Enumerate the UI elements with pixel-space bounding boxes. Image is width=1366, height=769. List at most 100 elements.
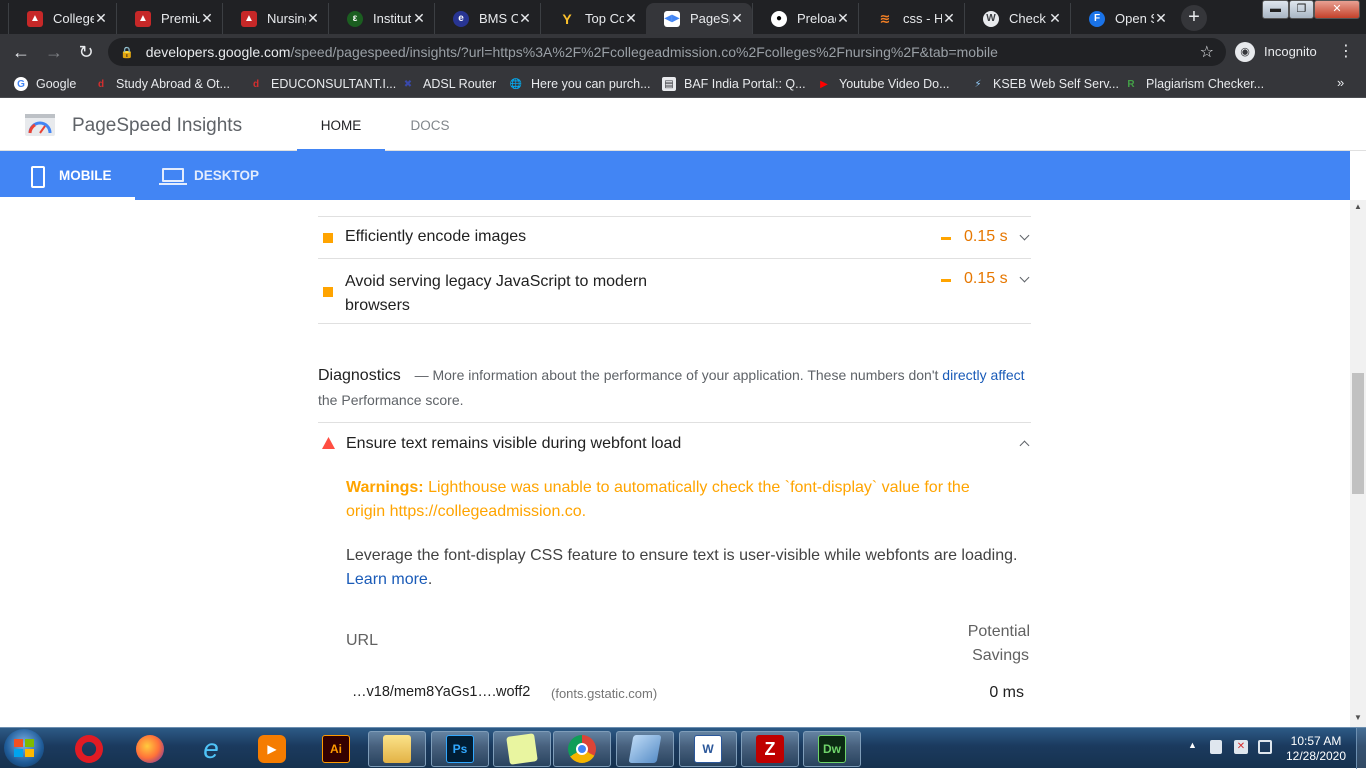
bookmark-item[interactable]: ✖ ADSL Router xyxy=(401,75,496,93)
browser-tab[interactable]: W Check t ✕ xyxy=(964,3,1070,34)
clock-time: 10:57 AM xyxy=(1290,734,1342,748)
chevron-down-icon[interactable] xyxy=(1019,272,1030,283)
tray-device-icon[interactable] xyxy=(1210,740,1222,754)
show-desktop-button[interactable] xyxy=(1356,728,1366,769)
bookmark-item[interactable]: 🌐 Here you can purch... xyxy=(509,75,651,93)
taskbar-chrome[interactable] xyxy=(553,731,611,767)
taskbar-dreamweaver[interactable]: Dw xyxy=(803,731,861,767)
opportunity-row[interactable]: Avoid serving legacy JavaScript to moder… xyxy=(318,259,1031,324)
close-icon[interactable]: ✕ xyxy=(200,10,214,27)
maximize-button[interactable]: ❐ xyxy=(1289,0,1314,19)
tab-mobile[interactable]: MOBILE xyxy=(0,151,135,200)
new-tab-button[interactable]: + xyxy=(1181,5,1207,31)
tab-desktop[interactable]: DESKTOP xyxy=(135,151,270,200)
chrome-center xyxy=(576,743,588,755)
chevron-up-icon[interactable] xyxy=(1019,440,1030,451)
browser-tab[interactable]: e BMS Co ✕ xyxy=(434,3,540,34)
educonsultant-icon: d xyxy=(252,78,260,90)
more-bookmarks-icon[interactable]: » xyxy=(1337,75,1344,90)
taskbar-photoshop[interactable]: Ps xyxy=(431,731,489,767)
browser-tab[interactable]: ▲ Premiur ✕ xyxy=(116,3,222,34)
bookmark-item[interactable]: G Google xyxy=(14,75,76,93)
tab-title: Preload xyxy=(797,11,836,26)
bookmark-label: KSEB Web Self Serv... xyxy=(993,77,1119,91)
bookmark-item[interactable]: R Plagiarism Checker... xyxy=(1124,75,1264,93)
clock[interactable]: 10:57 AM 12/28/2020 xyxy=(1280,734,1352,764)
browser-tab-active[interactable]: ◀▶ PageSp ✕ xyxy=(646,3,752,34)
close-icon[interactable]: ✕ xyxy=(1154,10,1168,27)
close-icon[interactable]: ✕ xyxy=(1048,10,1062,27)
minimize-button[interactable]: ▬ xyxy=(1262,0,1289,19)
taskbar-sticky-notes[interactable] xyxy=(493,731,551,767)
browser-tab[interactable]: ▲ Nursing ✕ xyxy=(222,3,328,34)
pagespeed-logo-icon[interactable] xyxy=(25,114,55,136)
start-button[interactable] xyxy=(4,729,44,767)
letter-f-icon: F xyxy=(1089,10,1105,27)
taskbar-opera[interactable] xyxy=(60,731,118,767)
address-bar[interactable]: 🔒 developers.google.com /speed/pagespeed… xyxy=(108,38,1226,66)
opportunity-row[interactable]: Efficiently encode images 0.15 s xyxy=(318,217,1031,259)
notepad-icon xyxy=(628,735,662,763)
taskbar-illustrator[interactable]: Ai xyxy=(307,731,365,767)
close-icon[interactable]: ✕ xyxy=(412,10,426,27)
browser-toolbar: ← → ↻ 🔒 developers.google.com /speed/pag… xyxy=(0,34,1366,70)
taskbar-media-player[interactable]: ▶ xyxy=(243,731,301,767)
tray-action-center-icon[interactable]: ✕ xyxy=(1234,740,1248,754)
browser-tab[interactable]: ε Instituti ✕ xyxy=(328,3,434,34)
browser-tab[interactable]: ≋ css - Ho ✕ xyxy=(858,3,964,34)
scrollbar-thumb[interactable] xyxy=(1352,373,1364,494)
internet-explorer-icon: e xyxy=(203,733,219,764)
close-icon[interactable]: ✕ xyxy=(518,10,532,27)
bookmark-star-icon[interactable]: ☆ xyxy=(1200,42,1214,62)
diagnostics-link[interactable]: affect xyxy=(991,367,1025,383)
close-icon[interactable]: ✕ xyxy=(306,10,320,27)
menu-dots-icon[interactable]: ⋮ xyxy=(1338,41,1354,61)
taskbar-explorer[interactable] xyxy=(368,731,426,767)
browser-tab[interactable]: ▲ College ✕ xyxy=(8,3,116,34)
close-icon[interactable]: ✕ xyxy=(942,10,956,27)
table-row[interactable]: …v18/mem8YaGs1….woff2 (fonts.gstatic.com… xyxy=(336,675,1030,715)
bookmark-item[interactable]: ⚡ KSEB Web Self Serv... xyxy=(971,75,1119,93)
bookmark-item[interactable]: d Study Abroad & Ot... xyxy=(94,75,230,93)
browser-tab[interactable]: F Open S ✕ xyxy=(1070,3,1176,34)
browser-tab[interactable]: Y Top Col ✕ xyxy=(540,3,646,34)
close-window-button[interactable]: ✕ xyxy=(1314,0,1360,19)
taskbar-notepad[interactable] xyxy=(616,731,674,767)
taskbar-ie[interactable]: e xyxy=(182,731,240,767)
taskbar-filezilla[interactable]: Z xyxy=(741,731,799,767)
tray-network-icon[interactable] xyxy=(1258,740,1272,754)
nav-home[interactable]: HOME xyxy=(297,98,385,151)
opportunity-row-clipped[interactable] xyxy=(318,200,1031,217)
audit-header[interactable]: Ensure text remains visible during webfo… xyxy=(318,423,1031,465)
brand-title[interactable]: PageSpeed Insights xyxy=(72,115,242,137)
browser-tab[interactable]: ● Preload ✕ xyxy=(752,3,858,34)
bookmark-item[interactable]: d EDUCONSULTANT.I... xyxy=(249,75,396,93)
back-arrow-icon[interactable]: ← xyxy=(10,41,32,63)
nav-docs[interactable]: DOCS xyxy=(397,98,463,151)
bookmark-item[interactable]: ▤ BAF India Portal:: Q... xyxy=(662,75,806,93)
close-icon[interactable]: ✕ xyxy=(836,10,850,27)
page-scrollbar[interactable]: ▲ ▼ xyxy=(1350,200,1366,727)
close-icon[interactable]: ✕ xyxy=(94,10,108,27)
college-icon: ▲ xyxy=(27,10,43,27)
lightning-icon: ⚡ xyxy=(974,78,982,90)
close-icon[interactable]: ✕ xyxy=(730,10,744,27)
chevron-down-icon[interactable] xyxy=(1019,230,1030,241)
forward-arrow-icon[interactable]: → xyxy=(43,41,65,63)
incognito-label[interactable]: Incognito xyxy=(1264,44,1317,59)
diagnostics-link[interactable]: directly xyxy=(942,367,986,383)
close-icon[interactable]: ✕ xyxy=(624,10,638,27)
reload-icon[interactable]: ↻ xyxy=(75,41,97,63)
diagnostics-desc-post: the Performance score. xyxy=(318,392,464,408)
incognito-icon[interactable]: ◉ xyxy=(1235,42,1255,62)
scroll-down-arrow-icon[interactable]: ▼ xyxy=(1354,713,1362,722)
scroll-up-arrow-icon[interactable]: ▲ xyxy=(1354,202,1362,211)
taskbar-firefox[interactable] xyxy=(121,731,179,767)
bookmark-item[interactable]: ▶ Youtube Video Do... xyxy=(817,75,949,93)
taskbar-word[interactable]: W xyxy=(679,731,737,767)
tray-expand-icon[interactable]: ▲ xyxy=(1188,740,1197,750)
youtube-icon: ▶ xyxy=(820,78,828,90)
learn-more-link[interactable]: Learn more xyxy=(346,571,428,588)
sticky-notes-icon xyxy=(506,733,538,765)
bookmark-label: Here you can purch... xyxy=(531,77,651,91)
